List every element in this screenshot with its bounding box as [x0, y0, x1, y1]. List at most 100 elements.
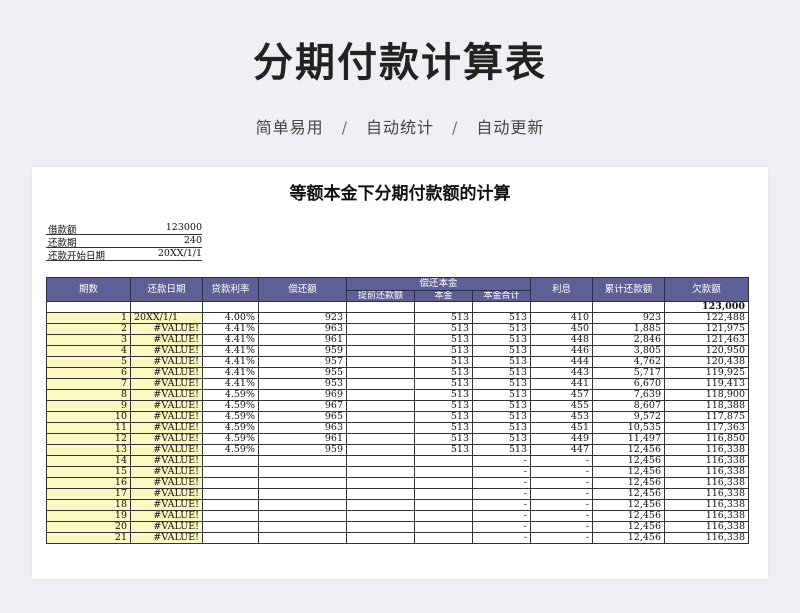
interest-cell[interactable]: 441	[530, 378, 593, 390]
cumulative-cell[interactable]: 923	[592, 312, 665, 324]
payment-cell[interactable]: 961	[258, 433, 347, 445]
table-cell[interactable]	[592, 301, 665, 313]
period-cell[interactable]: 5	[46, 356, 131, 368]
interest-cell[interactable]: -	[530, 466, 593, 478]
payment-cell[interactable]	[258, 466, 347, 478]
rate-cell[interactable]: 4.41%	[202, 356, 259, 368]
table-cell[interactable]	[46, 301, 131, 313]
principal-cell[interactable]: 513	[414, 334, 473, 346]
period-cell[interactable]: 15	[46, 466, 131, 478]
principal-cell[interactable]: 513	[414, 389, 473, 401]
principal-total-cell[interactable]: 513	[472, 444, 531, 456]
period-cell[interactable]: 9	[46, 400, 131, 412]
balance-cell[interactable]: 119,925	[664, 367, 749, 379]
rate-cell[interactable]: 4.41%	[202, 378, 259, 390]
principal-total-cell[interactable]: -	[472, 532, 531, 544]
principal-total-cell[interactable]: 513	[472, 323, 531, 335]
payment-cell[interactable]: 963	[258, 323, 347, 335]
principal-cell[interactable]	[414, 466, 473, 478]
interest-cell[interactable]: 453	[530, 411, 593, 423]
payment-cell[interactable]: 959	[258, 345, 347, 357]
balance-cell[interactable]: 120,950	[664, 345, 749, 357]
period-cell[interactable]: 19	[46, 510, 131, 522]
prepay-cell[interactable]	[346, 422, 415, 434]
period-cell[interactable]: 7	[46, 378, 131, 390]
rate-cell[interactable]: 4.41%	[202, 323, 259, 335]
prepay-cell[interactable]	[346, 477, 415, 489]
prepay-cell[interactable]	[346, 521, 415, 533]
table-cell[interactable]	[130, 301, 203, 313]
principal-cell[interactable]	[414, 532, 473, 544]
principal-cell[interactable]	[414, 488, 473, 500]
payment-cell[interactable]: 961	[258, 334, 347, 346]
principal-total-cell[interactable]: 513	[472, 378, 531, 390]
rate-cell[interactable]	[202, 477, 259, 489]
principal-total-cell[interactable]: -	[472, 510, 531, 522]
info-value[interactable]: 20XX/1/1	[158, 248, 202, 259]
principal-cell[interactable]	[414, 455, 473, 467]
period-cell[interactable]: 8	[46, 389, 131, 401]
principal-cell[interactable]: 513	[414, 400, 473, 412]
rate-cell[interactable]: 4.00%	[202, 312, 259, 324]
col-header-period[interactable]: 期数	[46, 277, 131, 302]
cumulative-cell[interactable]: 9,572	[592, 411, 665, 423]
period-cell[interactable]: 1	[46, 312, 131, 324]
rate-cell[interactable]: 4.41%	[202, 345, 259, 357]
cumulative-cell[interactable]: 4,762	[592, 356, 665, 368]
date-cell[interactable]: 20XX/1/1	[130, 312, 203, 324]
cumulative-cell[interactable]: 3,805	[592, 345, 665, 357]
balance-cell[interactable]: 116,338	[664, 521, 749, 533]
rate-cell[interactable]	[202, 510, 259, 522]
payment-cell[interactable]: 923	[258, 312, 347, 324]
balance-cell[interactable]: 122,488	[664, 312, 749, 324]
balance-cell[interactable]: 116,338	[664, 444, 749, 456]
payment-cell[interactable]: 963	[258, 422, 347, 434]
principal-total-cell[interactable]: 513	[472, 422, 531, 434]
balance-cell[interactable]: 116,338	[664, 532, 749, 544]
table-cell[interactable]	[202, 301, 259, 313]
principal-total-cell[interactable]: -	[472, 455, 531, 467]
cumulative-cell[interactable]: 1,885	[592, 323, 665, 335]
payment-cell[interactable]: 953	[258, 378, 347, 390]
principal-total-cell[interactable]: -	[472, 521, 531, 533]
col-header-balance[interactable]: 欠款额	[664, 277, 749, 302]
cumulative-cell[interactable]: 12,456	[592, 521, 665, 533]
principal-cell[interactable]: 513	[414, 378, 473, 390]
balance-cell[interactable]: 116,338	[664, 499, 749, 511]
balance-cell[interactable]: 116,850	[664, 433, 749, 445]
rate-cell[interactable]: 4.41%	[202, 334, 259, 346]
date-cell[interactable]: #VALUE!	[130, 323, 203, 335]
period-cell[interactable]: 16	[46, 477, 131, 489]
principal-total-cell[interactable]: -	[472, 499, 531, 511]
cumulative-cell[interactable]: 2,846	[592, 334, 665, 346]
date-cell[interactable]: #VALUE!	[130, 466, 203, 478]
principal-cell[interactable]	[414, 521, 473, 533]
cumulative-cell[interactable]: 12,456	[592, 455, 665, 467]
interest-cell[interactable]: -	[530, 455, 593, 467]
period-cell[interactable]: 14	[46, 455, 131, 467]
payment-cell[interactable]	[258, 477, 347, 489]
balance-cell[interactable]: 118,388	[664, 400, 749, 412]
date-cell[interactable]: #VALUE!	[130, 510, 203, 522]
date-cell[interactable]: #VALUE!	[130, 477, 203, 489]
balance-cell[interactable]: 117,363	[664, 422, 749, 434]
interest-cell[interactable]: -	[530, 510, 593, 522]
principal-cell[interactable]: 513	[414, 345, 473, 357]
rate-cell[interactable]	[202, 455, 259, 467]
prepay-cell[interactable]	[346, 466, 415, 478]
interest-cell[interactable]: 450	[530, 323, 593, 335]
interest-cell[interactable]: 444	[530, 356, 593, 368]
principal-cell[interactable]	[414, 477, 473, 489]
principal-cell[interactable]: 513	[414, 367, 473, 379]
prepay-cell[interactable]	[346, 499, 415, 511]
principal-cell[interactable]	[414, 499, 473, 511]
initial-balance-cell[interactable]: 123,000	[664, 301, 749, 313]
balance-cell[interactable]: 121,975	[664, 323, 749, 335]
principal-cell[interactable]: 513	[414, 411, 473, 423]
prepay-cell[interactable]	[346, 367, 415, 379]
period-cell[interactable]: 20	[46, 521, 131, 533]
balance-cell[interactable]: 117,875	[664, 411, 749, 423]
interest-cell[interactable]: 410	[530, 312, 593, 324]
interest-cell[interactable]: 448	[530, 334, 593, 346]
payment-cell[interactable]	[258, 521, 347, 533]
